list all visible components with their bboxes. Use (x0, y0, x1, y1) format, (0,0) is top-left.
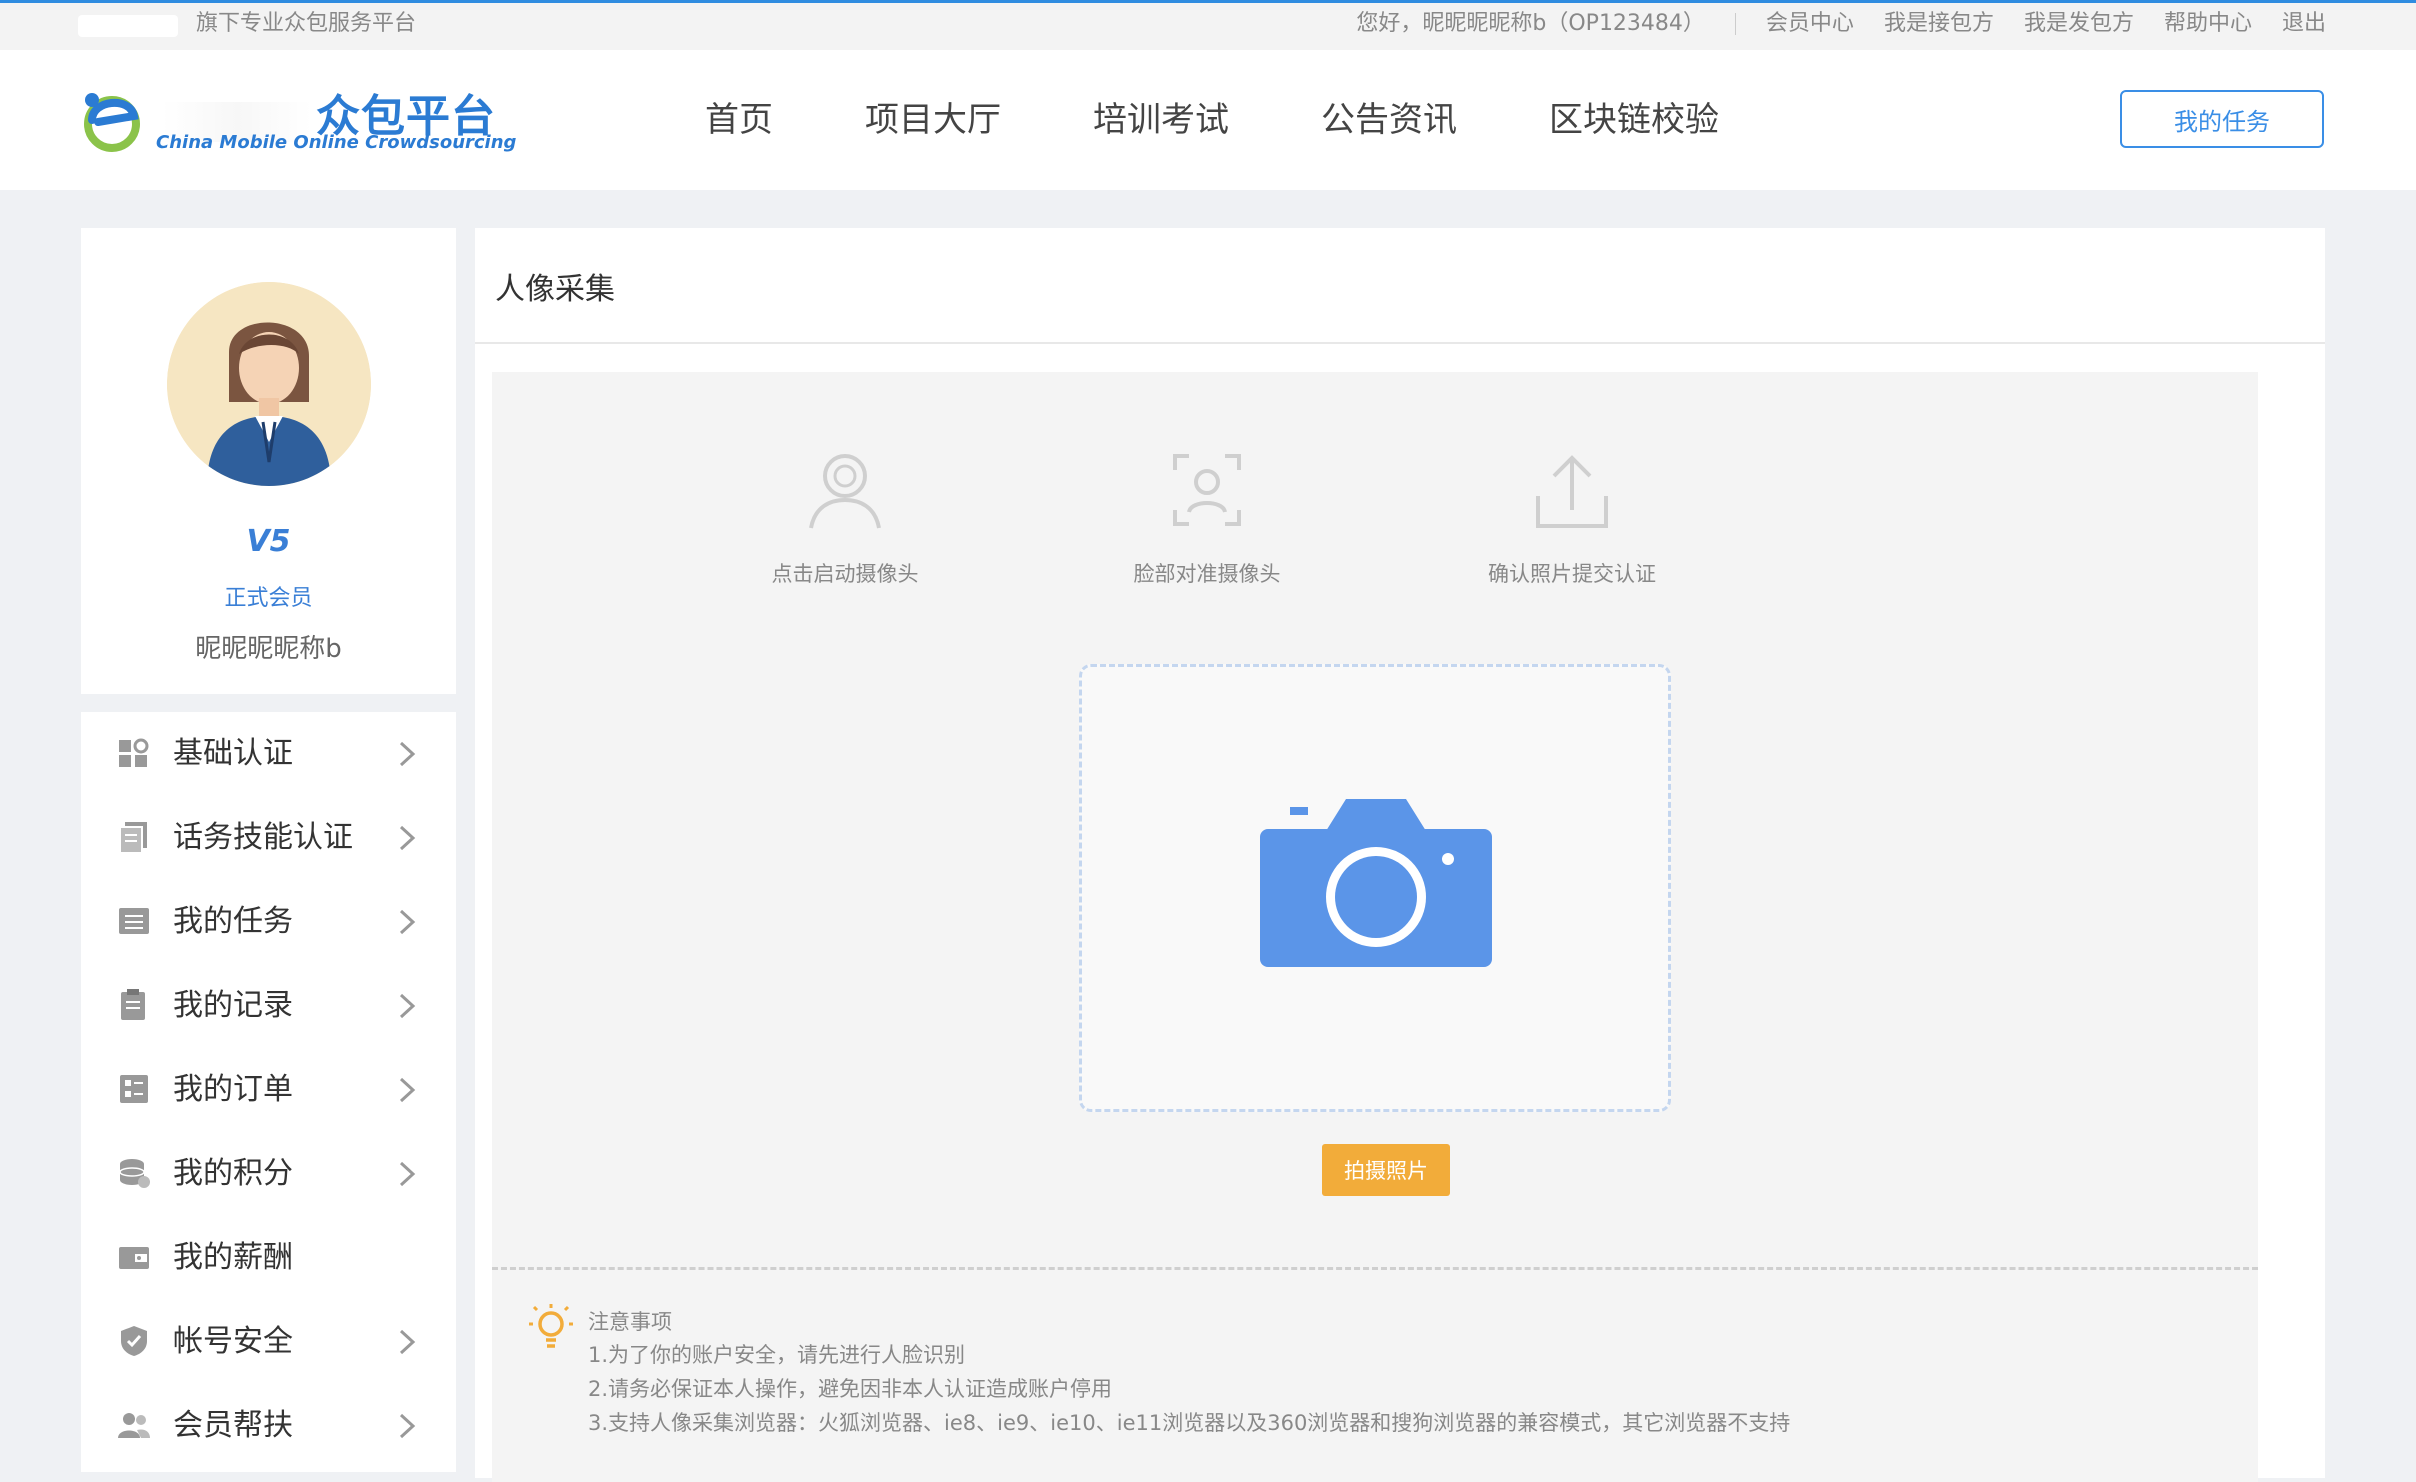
user-nickname: 昵昵昵昵称b (195, 634, 342, 664)
step-label: 脸部对准摄像头 (1133, 562, 1281, 586)
grid-id-icon (119, 738, 149, 767)
title-divider (475, 342, 2325, 344)
sidebar-item-my-orders[interactable]: 我的订单 (81, 1048, 456, 1132)
document-icon (119, 822, 147, 854)
chevron-right-icon (399, 1329, 416, 1355)
step-label: 确认照片提交认证 (1488, 562, 1656, 586)
sidebar-item-call-skill-auth[interactable]: 话务技能认证 (81, 796, 456, 880)
member-type: 正式会员 (224, 586, 313, 611)
top-links-divider (1734, 13, 1736, 35)
avatar (167, 282, 371, 486)
nav-training-exam[interactable]: 培训考试 (1093, 96, 1229, 144)
top-strip: 旗下专业众包服务平台 您好，昵昵昵昵称b（OP123484） 会员中心 我是接包… (0, 0, 2416, 50)
chevron-right-icon (399, 1413, 416, 1439)
nav-blockchain-verify[interactable]: 区块链校验 (1549, 96, 1719, 144)
users-icon (118, 1413, 150, 1438)
sidebar-item-label: 我的薪酬 (173, 1240, 293, 1275)
my-task-button[interactable]: 我的任务 (2120, 90, 2324, 148)
profile-card: V5 正式会员 昵昵昵昵称b (81, 228, 456, 694)
sidebar-item-label: 我的积分 (173, 1156, 293, 1191)
logo-icon[interactable] (78, 86, 146, 154)
user-greeting: 您好，昵昵昵昵称b（OP123484） (1356, 11, 1705, 36)
link-publisher[interactable]: 我是发包方 (2024, 10, 2134, 38)
sidebar-item-label: 我的记录 (173, 988, 293, 1023)
record-icon (121, 989, 145, 1020)
sidebar-item-label: 基础认证 (173, 736, 293, 771)
notes-title: 注意事项 (588, 1310, 672, 1334)
link-contractor[interactable]: 我是接包方 (1884, 10, 1994, 38)
side-menu: 基础认证 话务技能认证 我的任务 我的记录 我的订单 我的积分 我的薪酬 帐号安… (81, 712, 456, 1472)
order-icon (120, 1075, 148, 1103)
sidebar-item-basic-auth[interactable]: 基础认证 (81, 712, 456, 796)
nav-home[interactable]: 首页 (705, 96, 773, 144)
chevron-right-icon (399, 909, 416, 935)
chevron-right-icon (399, 1161, 416, 1187)
sidebar-item-my-salary[interactable]: 我的薪酬 (81, 1216, 456, 1300)
section-divider (492, 1267, 2258, 1270)
face-frame-icon (1173, 454, 1241, 526)
photo-preview-box[interactable] (1079, 664, 1671, 1112)
step-start-camera: 点击启动摄像头 (740, 446, 950, 588)
main-panel: 人像采集 点击启动摄像头 脸部对准摄像头 确认照片提交认证 拍摄照片 注意事项 … (475, 228, 2325, 1482)
platform-slogan: 旗下专业众包服务平台 (196, 11, 417, 36)
step-label: 点击启动摄像头 (771, 562, 919, 586)
link-member-center[interactable]: 会员中心 (1766, 10, 1854, 38)
link-help-center[interactable]: 帮助中心 (2164, 10, 2252, 38)
step-face-align: 脸部对准摄像头 (1102, 446, 1312, 588)
chevron-right-icon (399, 993, 416, 1019)
nav-announcements[interactable]: 公告资讯 (1321, 96, 1457, 144)
brand-name-redacted (78, 15, 178, 37)
note-line-1: 1.为了你的账户安全，请先进行人脸识别 (588, 1343, 966, 1367)
chevron-right-icon (399, 825, 416, 851)
note-line-2: 2.请务必保证本人操作，避免因非本人认证造成账户停用 (588, 1377, 1113, 1401)
sidebar-item-my-records[interactable]: 我的记录 (81, 964, 456, 1048)
main-header: 众包平台 China Mobile Online Crowdsourcing 首… (0, 50, 2416, 190)
note-line-3: 3.支持人像采集浏览器：火狐浏览器、ie8、ie9、ie10、ie11浏览器以及… (588, 1411, 1791, 1435)
shield-icon (121, 1326, 147, 1356)
sidebar-item-label: 我的订单 (173, 1072, 293, 1107)
sidebar-item-account-security[interactable]: 帐号安全 (81, 1300, 456, 1384)
link-logout[interactable]: 退出 (2282, 10, 2326, 38)
sidebar-item-label: 我的任务 (173, 904, 293, 939)
page-title: 人像采集 (495, 272, 615, 307)
camera-icon[interactable] (1260, 797, 1492, 967)
nav-project-hall[interactable]: 项目大厅 (865, 96, 1001, 144)
sidebar-item-label: 话务技能认证 (173, 820, 353, 855)
lightbulb-icon (529, 1304, 573, 1348)
upload-icon (1536, 455, 1608, 528)
sidebar-item-my-points[interactable]: 我的积分 (81, 1132, 456, 1216)
person-icon (809, 454, 881, 529)
top-links: 您好，昵昵昵昵称b（OP123484） 会员中心 我是接包方 我是发包方 帮助中… (1356, 10, 2326, 38)
member-level: V5 (246, 524, 291, 559)
sidebar-item-member-assist[interactable]: 会员帮扶 (81, 1384, 456, 1468)
wallet-icon (119, 1247, 149, 1269)
logo-subtitle: China Mobile Online Crowdsourcing (156, 132, 517, 153)
task-list-icon (119, 908, 149, 934)
coins-icon (119, 1159, 150, 1188)
main-nav: 首页 项目大厅 培训考试 公告资讯 区块链校验 (705, 96, 1811, 144)
sidebar-item-label: 帐号安全 (173, 1324, 293, 1359)
take-photo-button[interactable]: 拍摄照片 (1322, 1144, 1450, 1196)
face-capture-area: 点击启动摄像头 脸部对准摄像头 确认照片提交认证 拍摄照片 注意事项 1.为了你… (492, 372, 2258, 1482)
sidebar-item-label: 会员帮扶 (173, 1408, 293, 1443)
chevron-right-icon (399, 1077, 416, 1103)
sidebar-item-my-tasks[interactable]: 我的任务 (81, 880, 456, 964)
avatar-illustration (167, 282, 371, 486)
chevron-right-icon (399, 741, 416, 767)
step-confirm-submit: 确认照片提交认证 (1452, 446, 1692, 588)
